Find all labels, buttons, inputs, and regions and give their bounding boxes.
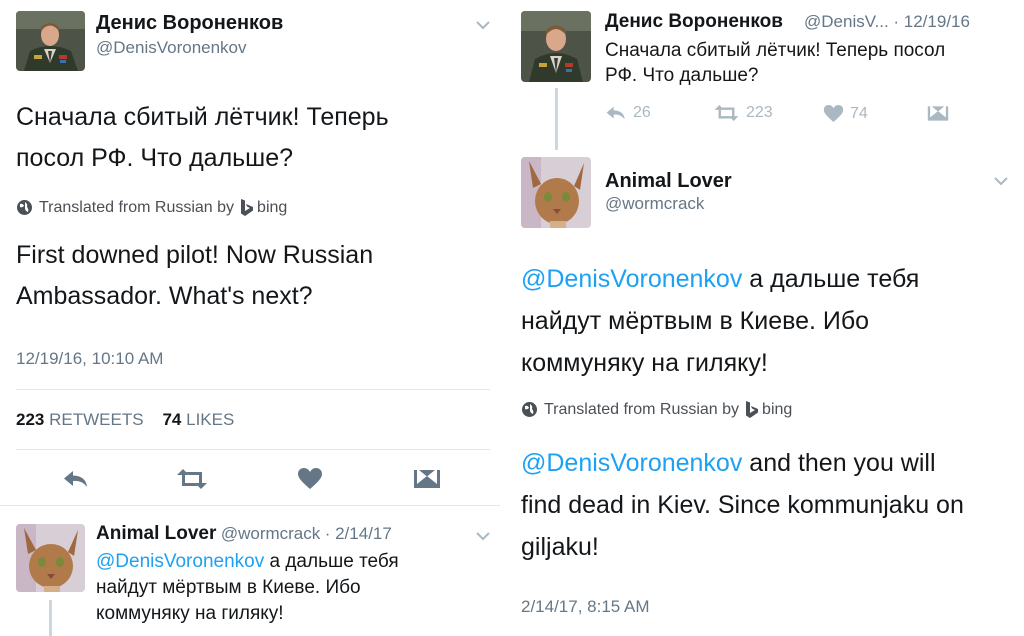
- translation-text-line: giljaku!: [521, 533, 599, 561]
- retweets-stat[interactable]: 223 RETWEETS: [16, 410, 148, 429]
- reply-text-line: @DenisVoronenkov а дальше тебя: [521, 258, 919, 300]
- divider: [16, 449, 490, 450]
- reply-icon[interactable]: [62, 468, 90, 490]
- translation-text-line: find dead in Kiev. Since kommunjaku on: [521, 491, 964, 519]
- engagement-stats: 223 RETWEETS 74 LIKES: [16, 410, 234, 430]
- author-display-name[interactable]: Денис Вороненков: [96, 12, 283, 35]
- translation-text-line: Ambassador. What's next?: [16, 282, 313, 310]
- reply-display-name[interactable]: Animal Lover: [605, 170, 732, 193]
- retweet-action[interactable]: 223: [713, 104, 773, 122]
- chevron-down-icon[interactable]: [476, 531, 490, 541]
- original-text: Сначала сбитый лётчик! Теперь посол РФ. …: [605, 38, 945, 88]
- reply-text-line: найдут мёртвым в Киеве. Ибо: [521, 307, 870, 335]
- reply-text: @DenisVoronenkov а дальше тебя найдут мё…: [521, 258, 919, 384]
- reply-text: @DenisVoronenkov а дальше тебя найдут мё…: [96, 549, 399, 627]
- reply-action[interactable]: 26: [605, 104, 651, 122]
- like-count: 74: [850, 104, 868, 122]
- likes-label: LIKES: [186, 410, 235, 429]
- mention-link[interactable]: @DenisVoronenkov: [521, 265, 742, 293]
- translated-label: Translated from Russian by: [544, 400, 740, 418]
- avatar-animal-lover[interactable]: [521, 157, 591, 228]
- chevron-down-icon[interactable]: [476, 20, 490, 30]
- reply-count: 26: [633, 104, 651, 121]
- tweet-timestamp[interactable]: 12/19/16, 10:10 AM: [16, 349, 163, 369]
- like-action[interactable]: 74: [823, 104, 868, 123]
- reply-text-line: коммуняку на гиляку!: [96, 603, 284, 624]
- reply-text-line: @DenisVoronenkov а дальше тебя: [96, 549, 399, 575]
- bing-logo-icon: [241, 199, 254, 216]
- globe-icon: [17, 200, 32, 215]
- reply-display-name[interactable]: Animal Lover: [96, 523, 216, 544]
- retweet-icon: [714, 105, 739, 121]
- author-handle[interactable]: @DenisVoronenkov: [96, 38, 247, 58]
- retweets-count: 223: [16, 410, 45, 429]
- likes-stat[interactable]: 74 LIKES: [162, 410, 234, 429]
- avatar-denis[interactable]: [16, 11, 85, 71]
- globe-icon: [522, 402, 537, 417]
- message-icon[interactable]: [413, 467, 441, 491]
- reply-timestamp[interactable]: 2/14/17, 8:15 AM: [521, 597, 650, 617]
- heart-icon: [823, 105, 844, 122]
- chevron-down-icon[interactable]: [994, 176, 1008, 186]
- reply-text-fragment: а дальше тебя: [264, 551, 399, 572]
- avatar-denis[interactable]: [521, 11, 591, 82]
- reply-text-fragment: а дальше тебя: [742, 265, 920, 293]
- reply-text-line: найдут мёртвым в Киеве. Ибо: [96, 577, 361, 598]
- retweet-icon[interactable]: [175, 468, 209, 490]
- reply-handle[interactable]: @wormcrack: [221, 524, 320, 543]
- thread-line: [555, 88, 558, 150]
- translation-attribution[interactable]: Translated from Russian by bing: [521, 400, 792, 419]
- avatar-animal-lover[interactable]: [16, 524, 85, 592]
- bing-logo-icon: [746, 401, 759, 418]
- translation-text-line: @DenisVoronenkov and then you will: [521, 442, 964, 484]
- translation-attribution[interactable]: Translated from Russian by bing: [16, 198, 287, 217]
- original-handle-date[interactable]: @DenisV... · 12/19/16: [804, 12, 970, 32]
- translated-label: Translated from Russian by: [39, 198, 235, 216]
- retweets-label: RETWEETS: [49, 410, 144, 429]
- reply-header: Animal Lover @wormcrack · 2/14/17: [96, 523, 392, 545]
- reply-text-line: коммуняку на гиляку!: [521, 349, 768, 377]
- heart-icon[interactable]: [297, 467, 323, 490]
- translation-text-fragment: and then you will: [742, 449, 936, 477]
- tweet-text-line: Сначала сбитый лётчик! Теперь: [16, 103, 389, 131]
- mention-link[interactable]: @DenisVoronenkov: [521, 449, 742, 477]
- tweet-text-line: посол РФ. Что дальше?: [16, 144, 294, 172]
- reply-handle[interactable]: @wormcrack: [605, 194, 704, 214]
- original-text-line: Сначала сбитый лётчик! Теперь посол: [605, 40, 946, 61]
- divider: [0, 505, 500, 506]
- message-icon[interactable]: [927, 104, 949, 123]
- bing-label: bing: [762, 400, 793, 418]
- right-reply-detail: Денис Вороненков @DenisV... · 12/19/16 С…: [507, 0, 1024, 636]
- likes-count: 74: [162, 410, 182, 429]
- bing-label: bing: [257, 198, 288, 216]
- thread-line: [49, 600, 52, 636]
- mention-link[interactable]: @DenisVoronenkov: [96, 551, 264, 572]
- retweet-count: 223: [746, 104, 773, 121]
- reply-icon: [606, 106, 625, 120]
- panel-divider: [500, 0, 507, 636]
- reply-date[interactable]: · 2/14/17: [325, 524, 392, 543]
- bing-logo: bing: [745, 400, 792, 419]
- translation-text: @DenisVoronenkov and then you will find …: [521, 442, 964, 568]
- translation-text-line: First downed pilot! Now Russian: [16, 241, 374, 269]
- divider: [16, 389, 490, 390]
- bing-logo: bing: [240, 198, 287, 217]
- original-text-line: РФ. Что дальше?: [605, 65, 759, 86]
- left-tweet-detail: Денис Вороненков @DenisVoronenkov Сначал…: [0, 0, 500, 636]
- original-display-name[interactable]: Денис Вороненков: [605, 11, 783, 33]
